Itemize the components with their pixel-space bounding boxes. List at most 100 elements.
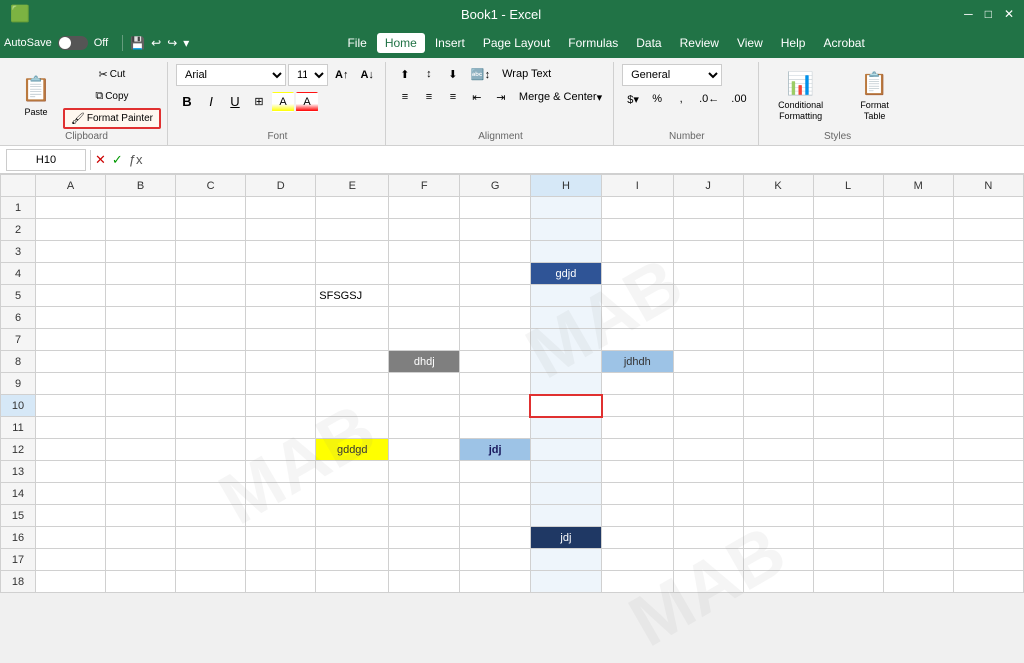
cell-I18[interactable] — [602, 571, 674, 593]
cell-J2[interactable] — [673, 219, 743, 241]
cell-J4[interactable] — [673, 263, 743, 285]
cell-G9[interactable] — [460, 373, 531, 395]
percent-button[interactable]: % — [646, 89, 668, 109]
number-format-select[interactable]: General — [622, 64, 722, 86]
cell-L5[interactable] — [813, 285, 883, 307]
cell-L10[interactable] — [813, 395, 883, 417]
decrease-font-button[interactable]: A↓ — [355, 65, 378, 85]
cell-C7[interactable] — [176, 329, 246, 351]
cell-I6[interactable] — [602, 307, 674, 329]
undo-button[interactable]: ↩ — [148, 35, 164, 51]
col-header-c[interactable]: C — [176, 175, 246, 197]
cell-N9[interactable] — [953, 373, 1023, 395]
row-header-14[interactable]: 14 — [1, 483, 36, 505]
cell-I14[interactable] — [602, 483, 674, 505]
comma-button[interactable]: , — [670, 89, 692, 109]
cell-G7[interactable] — [460, 329, 531, 351]
cell-D17[interactable] — [246, 549, 316, 571]
menu-insert[interactable]: Insert — [427, 33, 473, 53]
menu-review[interactable]: Review — [672, 33, 727, 53]
cell-H15[interactable] — [530, 505, 601, 527]
cell-M5[interactable] — [883, 285, 953, 307]
menu-page-layout[interactable]: Page Layout — [475, 33, 558, 53]
cell-A13[interactable] — [36, 461, 106, 483]
cell-B3[interactable] — [106, 241, 176, 263]
align-middle-button[interactable]: ↕ — [418, 64, 440, 84]
cell-A16[interactable] — [36, 527, 106, 549]
cell-K2[interactable] — [743, 219, 813, 241]
cell-F6[interactable] — [389, 307, 460, 329]
cell-G8[interactable] — [460, 351, 531, 373]
cell-N8[interactable] — [953, 351, 1023, 373]
cell-H6[interactable] — [530, 307, 601, 329]
row-header-13[interactable]: 13 — [1, 461, 36, 483]
cell-J6[interactable] — [673, 307, 743, 329]
cell-L8[interactable] — [813, 351, 883, 373]
orientation-button[interactable]: 🔤↕ — [466, 64, 495, 84]
cell-reference-box[interactable] — [6, 149, 86, 171]
cell-J1[interactable] — [673, 197, 743, 219]
cut-button[interactable]: ✂ Cut — [63, 64, 161, 84]
format-painter-button[interactable]: 🖌 Format Painter — [63, 108, 161, 129]
merge-center-button[interactable]: Merge & Center▾ — [514, 87, 607, 107]
cell-G3[interactable] — [460, 241, 531, 263]
cell-B6[interactable] — [106, 307, 176, 329]
cell-N5[interactable] — [953, 285, 1023, 307]
maximize-icon[interactable]: □ — [985, 7, 992, 21]
cell-C2[interactable] — [176, 219, 246, 241]
cell-B11[interactable] — [106, 417, 176, 439]
cell-L9[interactable] — [813, 373, 883, 395]
cell-N18[interactable] — [953, 571, 1023, 593]
cell-B10[interactable] — [106, 395, 176, 417]
cell-M14[interactable] — [883, 483, 953, 505]
cell-B1[interactable] — [106, 197, 176, 219]
cell-B2[interactable] — [106, 219, 176, 241]
cell-N12[interactable] — [953, 439, 1023, 461]
cell-I12[interactable] — [602, 439, 674, 461]
cell-A12[interactable] — [36, 439, 106, 461]
cell-E15[interactable] — [316, 505, 389, 527]
col-header-a[interactable]: A — [36, 175, 106, 197]
spreadsheet-container[interactable]: A B C D E F G H I J K L M N 1234gdjd5SFS… — [0, 174, 1024, 593]
cell-I15[interactable] — [602, 505, 674, 527]
cell-K13[interactable] — [743, 461, 813, 483]
cancel-formula-icon[interactable]: ✕ — [95, 152, 106, 168]
cell-K12[interactable] — [743, 439, 813, 461]
cell-H14[interactable] — [530, 483, 601, 505]
cell-N11[interactable] — [953, 417, 1023, 439]
cell-F16[interactable] — [389, 527, 460, 549]
cell-I13[interactable] — [602, 461, 674, 483]
cell-I7[interactable] — [602, 329, 674, 351]
cell-K15[interactable] — [743, 505, 813, 527]
cell-G5[interactable] — [460, 285, 531, 307]
cell-B5[interactable] — [106, 285, 176, 307]
cell-F18[interactable] — [389, 571, 460, 593]
cell-E17[interactable] — [316, 549, 389, 571]
cell-D8[interactable] — [246, 351, 316, 373]
cell-B7[interactable] — [106, 329, 176, 351]
cell-E16[interactable] — [316, 527, 389, 549]
col-header-m[interactable]: M — [883, 175, 953, 197]
cell-J9[interactable] — [673, 373, 743, 395]
cell-E6[interactable] — [316, 307, 389, 329]
paste-button[interactable]: 📋 Paste — [12, 64, 60, 129]
cell-L18[interactable] — [813, 571, 883, 593]
cell-A7[interactable] — [36, 329, 106, 351]
cell-K9[interactable] — [743, 373, 813, 395]
cell-M6[interactable] — [883, 307, 953, 329]
cell-G2[interactable] — [460, 219, 531, 241]
cell-N3[interactable] — [953, 241, 1023, 263]
cell-E18[interactable] — [316, 571, 389, 593]
row-header-11[interactable]: 11 — [1, 417, 36, 439]
cell-F12[interactable] — [389, 439, 460, 461]
cell-N2[interactable] — [953, 219, 1023, 241]
cell-A14[interactable] — [36, 483, 106, 505]
cell-F7[interactable] — [389, 329, 460, 351]
row-header-5[interactable]: 5 — [1, 285, 36, 307]
menu-help[interactable]: Help — [773, 33, 814, 53]
cell-D15[interactable] — [246, 505, 316, 527]
cell-J10[interactable] — [673, 395, 743, 417]
format-table-button[interactable]: 📋 Format Table — [841, 64, 909, 129]
align-bottom-button[interactable]: ⬇ — [442, 64, 464, 84]
cell-K7[interactable] — [743, 329, 813, 351]
